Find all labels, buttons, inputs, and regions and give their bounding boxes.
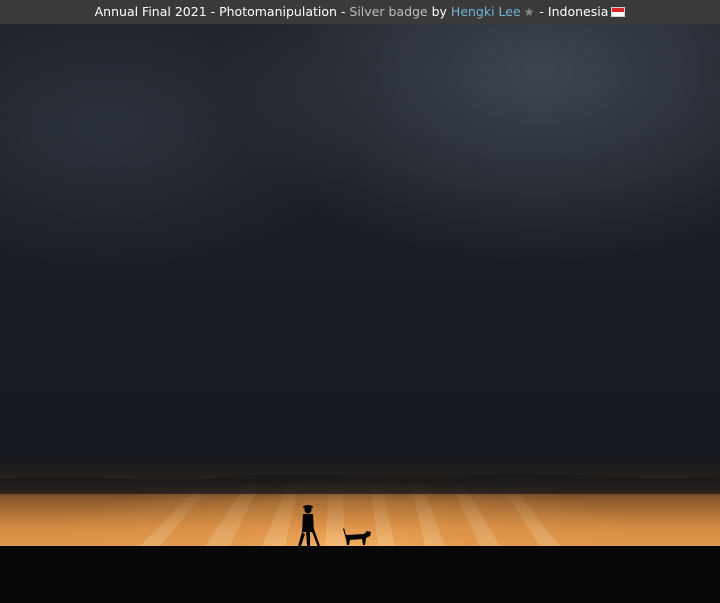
dash-text: - <box>535 4 548 19</box>
badge-label: Silver badge <box>349 4 428 19</box>
by-text: by <box>427 4 451 19</box>
photo <box>0 24 720 603</box>
indonesia-flag-icon <box>611 7 626 17</box>
country-label: Indonesia <box>547 4 609 19</box>
caption-title: Annual Final 2021 - Photomanipulation - <box>94 4 350 19</box>
caption-bar: Annual Final 2021 - Photomanipulation - … <box>0 0 720 24</box>
star-icon: ★ <box>523 5 535 19</box>
author-link[interactable]: Hengki Lee <box>451 4 521 19</box>
